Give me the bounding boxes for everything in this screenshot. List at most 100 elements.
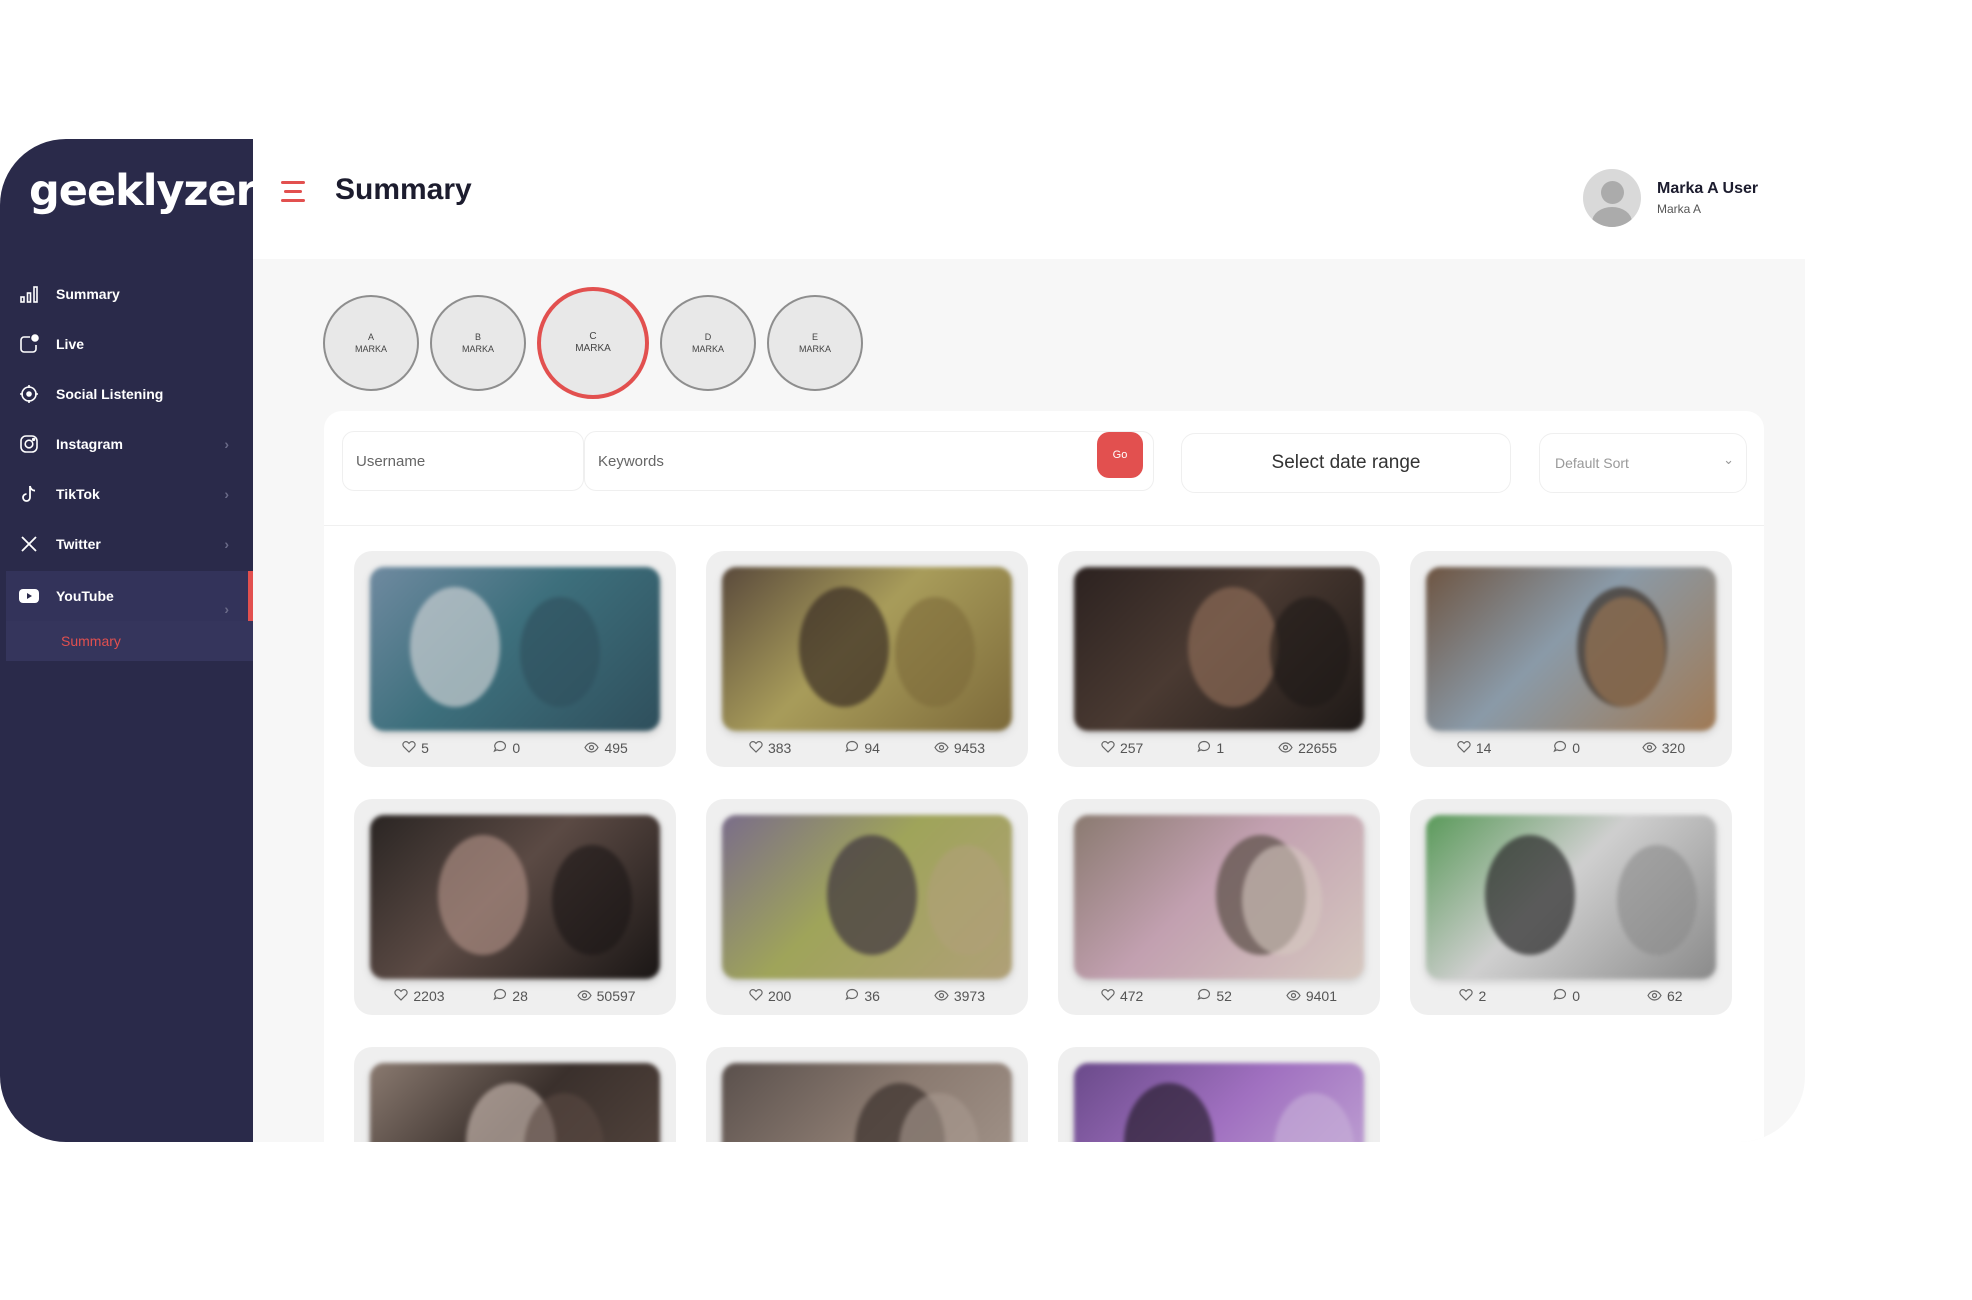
youtube-icon <box>18 585 40 607</box>
instagram-icon <box>18 433 40 455</box>
sort-select-value: Default Sort <box>1555 455 1629 471</box>
sidebar-item-twitter[interactable]: Twitter › <box>0 519 253 569</box>
brand-letter: B <box>474 332 481 342</box>
chevron-right-icon: › <box>224 436 229 452</box>
likes-stat: 14 <box>1457 738 1491 758</box>
views-stat: 495 <box>584 738 628 758</box>
likes-count: 2203 <box>413 988 445 1004</box>
comment-icon <box>1553 988 1572 1004</box>
video-card[interactable]: 2 0 62 <box>1410 799 1732 1015</box>
comments-count: 0 <box>1572 988 1580 1004</box>
heart-icon <box>1457 740 1476 756</box>
video-thumbnail <box>722 815 1012 979</box>
sidebar-item-label: YouTube <box>56 588 114 604</box>
video-thumbnail <box>370 567 660 731</box>
comment-icon <box>493 740 512 756</box>
keywords-input[interactable]: Keywords <box>584 431 1154 491</box>
logo: geeklyzer <box>29 166 257 216</box>
sidebar-nav: Summary Live Social Listening Instagram <box>0 269 253 661</box>
hamburger-menu-icon[interactable] <box>281 181 305 203</box>
likes-stat: 2203 <box>394 986 445 1006</box>
top-bar: Summary Marka A User Marka A <box>253 139 1805 259</box>
views-count: 9401 <box>1305 988 1338 1004</box>
video-thumbnail <box>1426 815 1716 979</box>
comments-stat: 0 <box>493 738 520 758</box>
views-stat: 9401 <box>1286 986 1337 1006</box>
sidebar-item-label: TikTok <box>56 486 100 502</box>
video-stats: 2 0 62 <box>1426 986 1716 1006</box>
views-count: 3973 <box>953 988 986 1004</box>
sidebar-item-instagram[interactable]: Instagram › <box>0 419 253 469</box>
user-menu[interactable]: Marka A User Marka A <box>1583 169 1758 227</box>
video-card[interactable] <box>354 1047 676 1142</box>
views-count: 50597 <box>596 988 636 1004</box>
video-card[interactable] <box>706 1047 1028 1142</box>
video-card[interactable]: 2203 28 50597 <box>354 799 676 1015</box>
video-card[interactable]: 472 52 9401 <box>1058 799 1380 1015</box>
sidebar-item-label: Live <box>56 336 85 352</box>
comments-count: 0 <box>512 740 521 756</box>
tiktok-icon <box>18 483 40 505</box>
brand-letter: D <box>704 332 712 342</box>
heart-icon <box>1101 740 1120 756</box>
brand-button-d[interactable]: D MARKA <box>660 295 756 391</box>
date-range-picker[interactable]: Select date range <box>1181 433 1511 493</box>
sidebar-item-tiktok[interactable]: TikTok › <box>0 469 253 519</box>
sidebar-item-label: Social Listening <box>56 386 164 402</box>
chevron-down-icon: › <box>224 601 229 617</box>
avatar <box>1583 169 1641 227</box>
sidebar-subitem-youtube-summary[interactable]: Summary <box>6 621 253 661</box>
likes-stat: 200 <box>749 986 791 1006</box>
likes-stat: 5 <box>402 738 429 758</box>
video-stats: 5 0 495 <box>370 738 660 758</box>
chevron-down-icon: ⌄ <box>1723 452 1734 467</box>
views-stat: 62 <box>1647 986 1683 1006</box>
username-input[interactable]: Username <box>342 431 584 491</box>
main-area: Summary Marka A User Marka A A MARKA B M… <box>253 139 1805 1142</box>
sidebar-item-label: Twitter <box>56 536 101 552</box>
views-count: 22655 <box>1298 740 1338 756</box>
video-card[interactable]: 383 94 9453 <box>706 551 1028 767</box>
heart-icon <box>749 988 768 1004</box>
brand-button-c[interactable]: C MARKA <box>537 287 649 399</box>
go-button[interactable]: Go <box>1097 432 1143 478</box>
comment-icon <box>845 740 864 756</box>
eye-icon <box>1647 988 1667 1004</box>
video-card[interactable]: 257 1 22655 <box>1058 551 1380 767</box>
sidebar-item-live[interactable]: Live <box>0 319 253 369</box>
user-name: Marka A User <box>1657 180 1759 197</box>
likes-count: 2 <box>1478 988 1487 1004</box>
eye-icon <box>576 988 597 1004</box>
views-stat: 9453 <box>934 738 985 758</box>
video-card[interactable]: 5 0 495 <box>354 551 676 767</box>
heart-icon <box>394 988 413 1004</box>
video-card[interactable]: 14 0 320 <box>1410 551 1732 767</box>
brand-button-a[interactable]: A MARKA <box>323 295 419 391</box>
video-card[interactable] <box>1058 1047 1380 1142</box>
brand-label: MARKA <box>575 343 611 354</box>
likes-count: 472 <box>1119 988 1144 1004</box>
likes-count: 257 <box>1119 740 1144 756</box>
video-thumbnail <box>1074 567 1364 731</box>
views-count: 62 <box>1666 988 1683 1004</box>
brand-button-b[interactable]: B MARKA <box>430 295 526 391</box>
bar-chart-icon <box>18 283 40 305</box>
user-subtitle: Marka A <box>1657 202 1702 216</box>
sort-select[interactable]: Default Sort ⌄ <box>1539 433 1747 493</box>
sidebar-item-social-listening[interactable]: Social Listening <box>0 369 253 419</box>
video-card[interactable]: 200 36 3973 <box>706 799 1028 1015</box>
comments-stat: 28 <box>493 986 528 1006</box>
x-icon <box>18 533 40 555</box>
video-thumbnail <box>370 815 660 979</box>
video-thumbnail <box>1074 815 1364 979</box>
views-stat: 320 <box>1642 738 1685 758</box>
sidebar-item-summary[interactable]: Summary <box>0 269 253 319</box>
eye-icon <box>1286 988 1306 1004</box>
eye-icon <box>1278 740 1298 756</box>
sidebar-item-youtube[interactable]: YouTube › <box>6 571 253 621</box>
brand-button-e[interactable]: E MARKA <box>767 295 863 391</box>
app-window: geeklyzer Summary Live Social Listening <box>0 139 1805 1142</box>
comments-stat: 1 <box>1197 738 1224 758</box>
chevron-right-icon: › <box>224 536 229 552</box>
eye-icon <box>1642 740 1662 756</box>
